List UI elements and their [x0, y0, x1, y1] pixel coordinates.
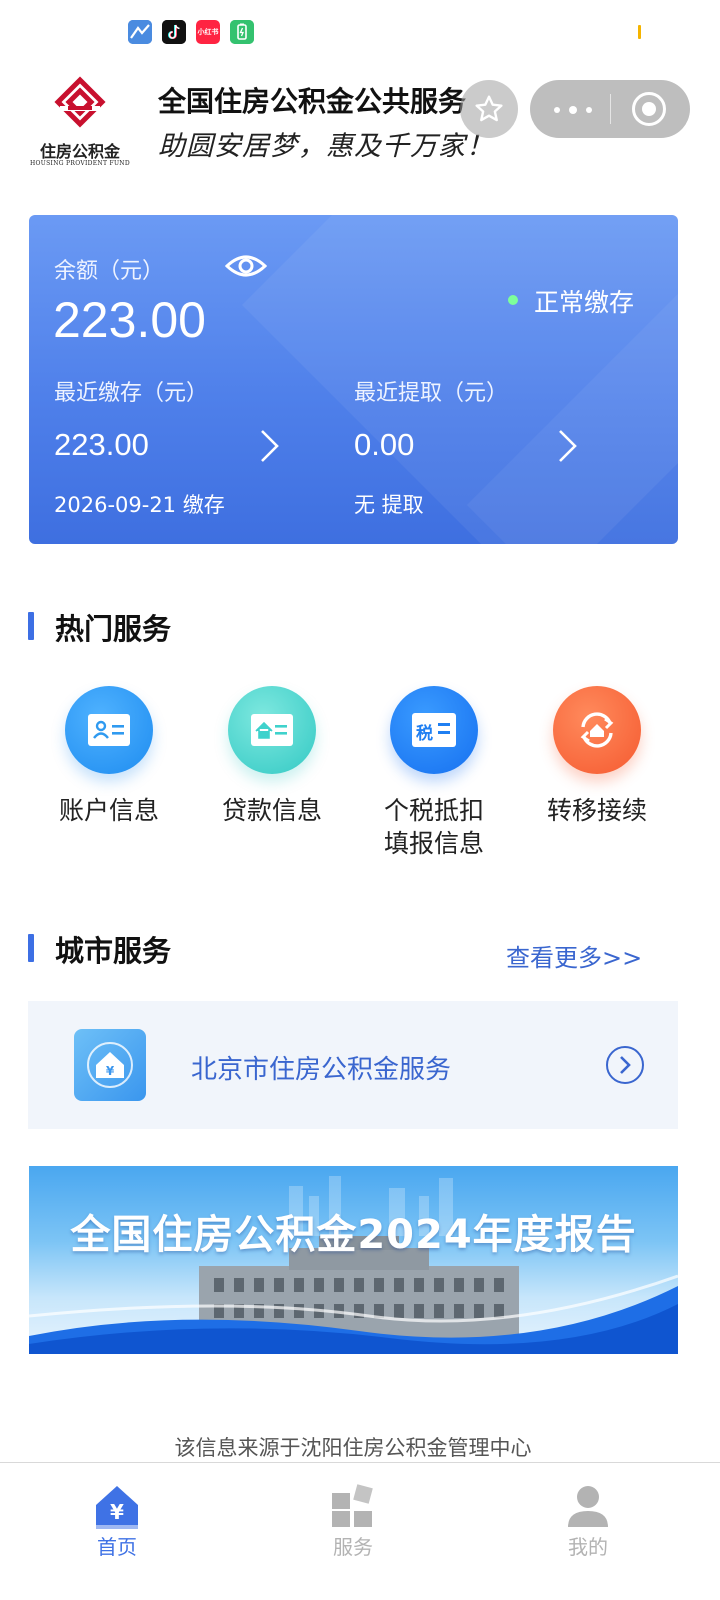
hot-services-title: 热门服务	[55, 612, 172, 646]
nav-label-services: 服务	[333, 1535, 373, 1559]
balance-card: 余额（元） 223.00 正常缴存 最近缴存（元） 223.00 2026-09…	[29, 215, 678, 544]
nav-item-home[interactable]: ¥ 首页	[57, 1475, 177, 1565]
home-yuan-glyph: ¥	[110, 1500, 124, 1524]
banner-title: 全国住房公积金2024年度报告	[70, 1212, 637, 1258]
loan-card-icon	[228, 686, 316, 774]
recent-withdraw-value[interactable]: 0.00	[354, 427, 414, 463]
nav-label-profile: 我的	[568, 1535, 608, 1559]
notification-indicator	[638, 25, 641, 39]
eye-icon[interactable]	[225, 251, 267, 281]
section-accent-bar	[28, 934, 34, 962]
more-options-button[interactable]	[554, 106, 602, 117]
tax-card-lines	[438, 723, 450, 726]
service-label: 转移接续	[546, 796, 647, 825]
close-mini-program-button[interactable]	[632, 92, 666, 126]
more-dot	[586, 107, 592, 113]
capsule-divider	[610, 94, 611, 124]
more-dot	[569, 106, 577, 114]
status-bar: 小红书	[0, 0, 720, 64]
deposit-status: 正常缴存	[534, 288, 635, 317]
xiaohongshu-app-text: 小红书	[197, 28, 219, 36]
star-icon	[475, 95, 503, 122]
provident-fund-logo: 住房公积金 HOUSING PROVIDENT FUND	[26, 74, 134, 170]
nav-label-home: 首页	[97, 1535, 137, 1559]
tax-card-shape: 税	[412, 713, 456, 747]
grid-service-icon	[332, 1484, 373, 1527]
view-more-link[interactable]: 查看更多>>	[506, 938, 642, 973]
tax-card-lines	[438, 731, 450, 734]
favorite-star-button[interactable]	[460, 80, 518, 138]
more-dots-icon	[554, 107, 560, 113]
tax-card-icon: 税	[390, 686, 478, 774]
service-label: 账户信息	[58, 796, 159, 825]
service-label: 个税抵扣 填报信息	[383, 796, 484, 858]
recent-deposit-value[interactable]: 223.00	[54, 427, 149, 463]
service-label: 贷款信息	[221, 796, 322, 825]
recent-deposit-label: 最近缴存（元）	[54, 381, 209, 406]
page-title: 全国住房公积金公共服务	[158, 85, 467, 118]
douyin-app-icon	[162, 20, 186, 44]
balance-label: 余额（元）	[54, 259, 165, 284]
bottom-navigation: ¥ 首页 服务 我的	[0, 1462, 720, 1600]
battery-app-icon	[230, 20, 254, 44]
home-yuan-icon: ¥	[96, 1486, 138, 1529]
recent-deposit-date: 2026-09-21 缴存	[54, 493, 225, 517]
transfer-house-icon	[553, 686, 641, 774]
chevron-right-circle-icon[interactable]	[606, 1046, 644, 1084]
page-slogan: 助圆安居梦，惠及千万家！	[158, 131, 494, 162]
annual-report-banner[interactable]: 全国住房公积金2024年度报告	[29, 1166, 678, 1354]
chevron-right-icon[interactable]	[557, 429, 579, 463]
city-service-label: 北京市住房公积金服务	[191, 1055, 452, 1085]
maps-app-icon	[128, 20, 152, 44]
mini-program-capsule	[530, 80, 690, 138]
fund-emblem-icon	[54, 76, 106, 128]
section-accent-bar	[28, 612, 34, 640]
tax-badge-text: 税	[416, 724, 433, 744]
city-house-icon: ¥	[74, 1029, 146, 1101]
xiaohongshu-app-icon: 小红书	[196, 20, 220, 44]
nav-item-services[interactable]: 服务	[293, 1475, 413, 1565]
yuan-glyph: ¥	[106, 1064, 115, 1078]
recent-withdraw-note: 无 提取	[354, 493, 424, 517]
data-source-note: 该信息来源于沈阳住房公积金管理中心	[174, 1436, 532, 1460]
app-header: 住房公积金 HOUSING PROVIDENT FUND 全国住房公积金公共服务…	[0, 64, 720, 174]
user-profile-icon	[568, 1486, 608, 1527]
logo-chinese-text: 住房公积金	[39, 142, 120, 161]
account-card-icon	[65, 686, 153, 774]
logo-english-text: HOUSING PROVIDENT FUND	[30, 160, 130, 167]
recent-withdraw-label: 最近提取（元）	[354, 381, 509, 406]
nav-item-profile[interactable]: 我的	[528, 1475, 648, 1565]
city-service-item[interactable]: ¥ 北京市住房公积金服务	[28, 1001, 678, 1129]
status-dot-icon	[508, 295, 518, 305]
banner-illustration	[29, 1176, 678, 1354]
city-services-title: 城市服务	[55, 934, 172, 968]
balance-value: 223.00	[53, 292, 206, 348]
chevron-right-icon[interactable]	[259, 429, 281, 463]
